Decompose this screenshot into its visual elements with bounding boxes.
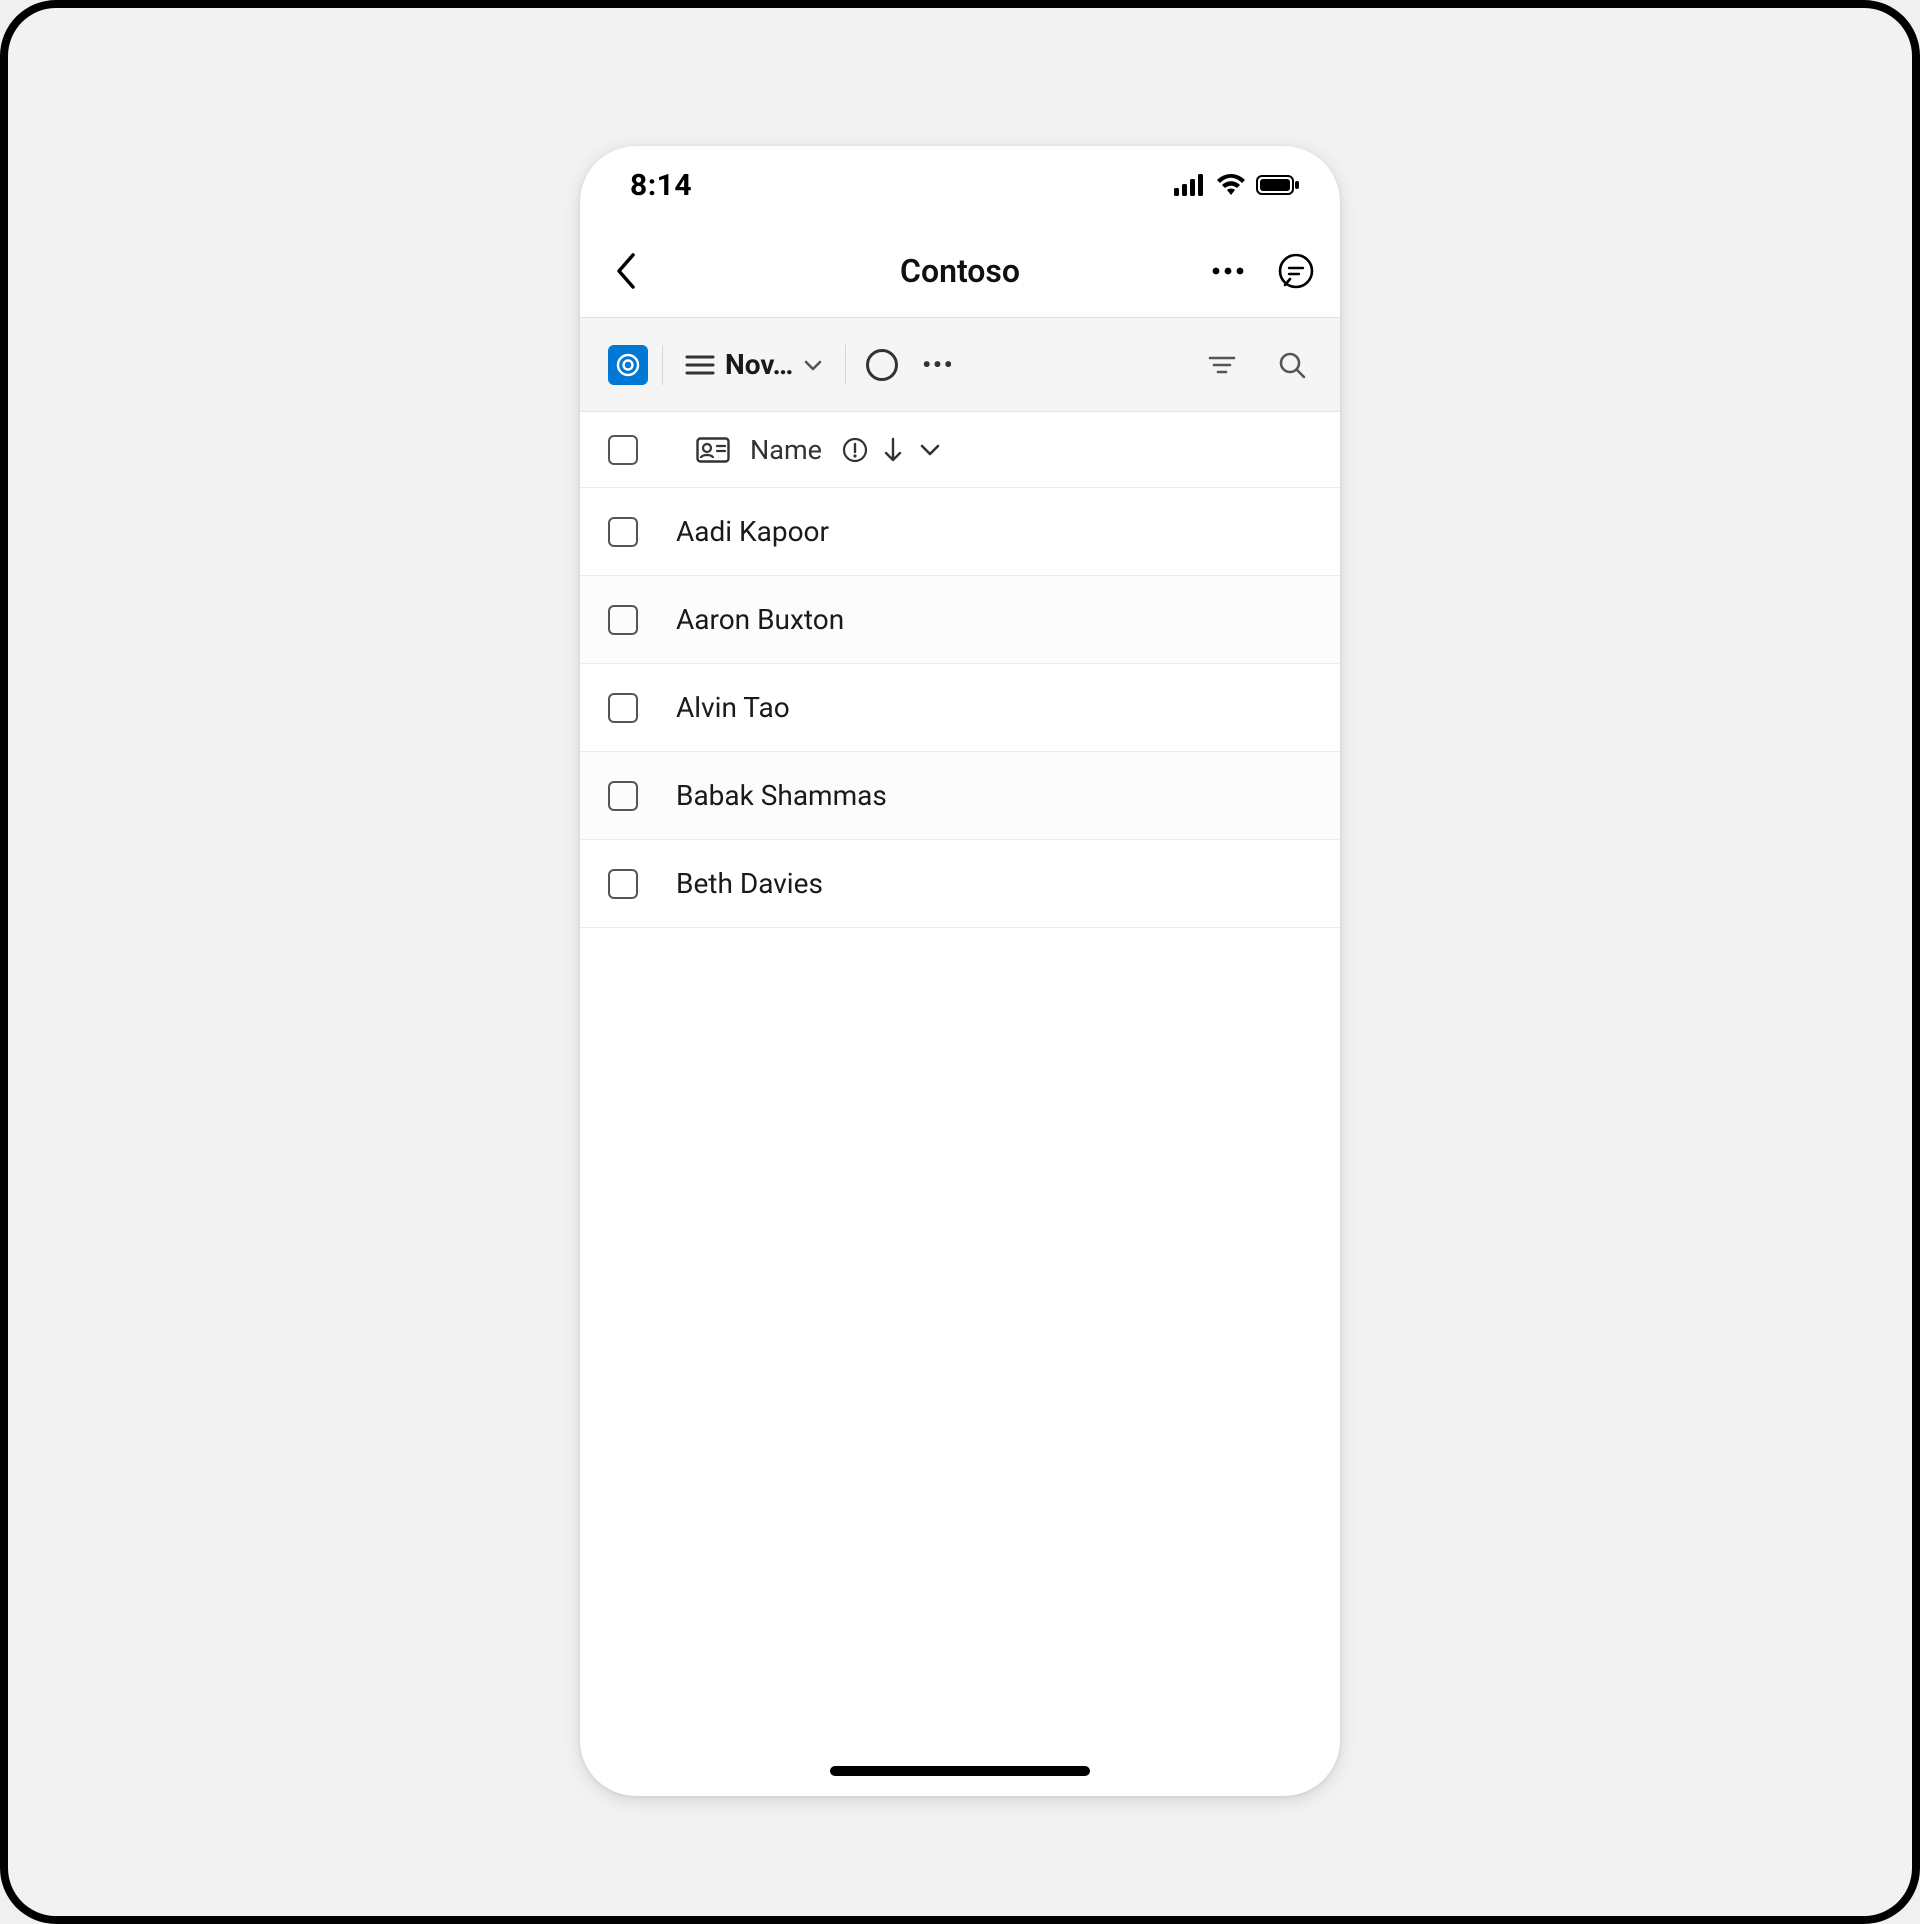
app-icon (615, 352, 641, 378)
status-icons (1174, 174, 1300, 196)
record-toggle[interactable] (860, 343, 904, 387)
row-checkbox[interactable] (608, 693, 638, 723)
command-more-button[interactable]: ••• (918, 345, 958, 385)
sort-arrow-down-icon[interactable] (882, 436, 904, 464)
cellular-icon (1174, 174, 1206, 196)
divider (662, 345, 663, 385)
status-bar: 8:14 (580, 146, 1340, 224)
table-row[interactable]: Aadi Kapoor (580, 488, 1340, 576)
list-icon (685, 353, 715, 377)
more-button[interactable] (1206, 249, 1250, 293)
inner-canvas: 8:14 (8, 8, 1912, 1916)
command-bar: Nov… ••• (580, 318, 1340, 412)
chevron-left-icon (615, 253, 637, 289)
home-indicator[interactable] (830, 1766, 1090, 1776)
battery-icon (1256, 174, 1300, 196)
stage: 8:14 (0, 0, 1920, 1924)
table-row[interactable]: Alvin Tao (580, 664, 1340, 752)
row-name: Beth Davies (676, 867, 823, 900)
contact-card-icon (696, 437, 730, 463)
row-name: Aaron Buxton (676, 603, 844, 636)
view-label: Nov… (725, 348, 793, 381)
chat-button[interactable] (1274, 249, 1318, 293)
row-checkbox[interactable] (608, 605, 638, 635)
row-checkbox[interactable] (608, 781, 638, 811)
row-checkbox[interactable] (608, 517, 638, 547)
row-name: Aadi Kapoor (676, 515, 829, 548)
chat-icon (1277, 252, 1315, 290)
chevron-down-icon[interactable] (918, 442, 942, 458)
info-icon[interactable] (842, 437, 868, 463)
search-icon (1278, 351, 1306, 379)
status-time: 8:14 (630, 168, 692, 203)
ellipsis-icon (1211, 266, 1245, 276)
divider (845, 345, 846, 385)
back-button[interactable] (604, 249, 648, 293)
view-picker[interactable]: Nov… (677, 342, 831, 387)
filter-button[interactable] (1200, 343, 1244, 387)
table-row[interactable]: Beth Davies (580, 840, 1340, 928)
ellipsis-icon: ••• (922, 351, 954, 379)
app-header: Contoso (580, 224, 1340, 318)
table-row[interactable]: Aaron Buxton (580, 576, 1340, 664)
wifi-icon (1216, 174, 1246, 196)
chevron-down-icon (803, 358, 823, 372)
filter-icon (1208, 354, 1236, 376)
row-name: Babak Shammas (676, 779, 887, 812)
app-badge[interactable] (608, 345, 648, 385)
circle-icon (866, 349, 898, 381)
row-name: Alvin Tao (676, 691, 790, 724)
search-button[interactable] (1270, 343, 1314, 387)
row-checkbox[interactable] (608, 869, 638, 899)
column-header-row: Name (580, 412, 1340, 488)
column-name-label: Name (750, 434, 822, 466)
phone-frame: 8:14 (580, 146, 1340, 1796)
select-all-checkbox[interactable] (608, 435, 638, 465)
table-row[interactable]: Babak Shammas (580, 752, 1340, 840)
